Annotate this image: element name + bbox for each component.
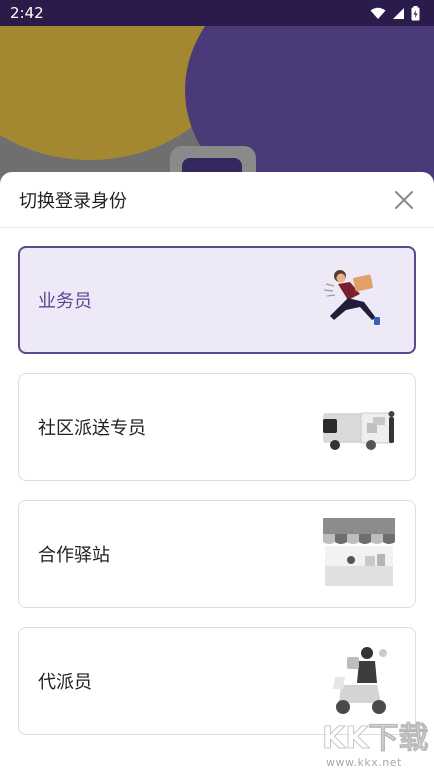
role-label: 代派员 <box>38 672 92 693</box>
battery-icon <box>411 5 420 20</box>
status-time: 2:42 <box>10 4 44 22</box>
sheet-title: 切换登录身份 <box>19 190 127 212</box>
station-storefront-illustration <box>323 518 395 586</box>
close-button[interactable] <box>392 188 416 212</box>
watermark-url: www.kkx.net <box>326 756 402 769</box>
background-banner <box>0 0 434 200</box>
sheet-header: 切换登录身份 <box>0 172 434 228</box>
role-option-salesman[interactable]: 业务员 <box>18 246 416 354</box>
watermark-logo-text: KK下载 <box>322 721 429 756</box>
status-icons <box>370 5 420 21</box>
wifi-icon <box>370 7 386 19</box>
delivery-van-illustration <box>323 411 395 450</box>
role-option-community-delivery[interactable]: 社区派送专员 <box>18 373 416 481</box>
role-label: 合作驿站 <box>38 545 110 566</box>
close-icon <box>395 190 413 209</box>
running-courier-illustration <box>323 270 380 325</box>
signal-icon <box>393 7 404 19</box>
role-option-partner-station[interactable]: 合作驿站 <box>18 500 416 608</box>
switch-identity-sheet: 切换登录身份 业务员 社区派送专员 合作驿站 代派员 <box>0 172 434 772</box>
role-label: 社区派送专员 <box>38 418 146 439</box>
role-label: 业务员 <box>38 291 92 312</box>
scooter-courier-illustration <box>333 647 387 714</box>
status-bar: 2:42 <box>0 0 434 26</box>
